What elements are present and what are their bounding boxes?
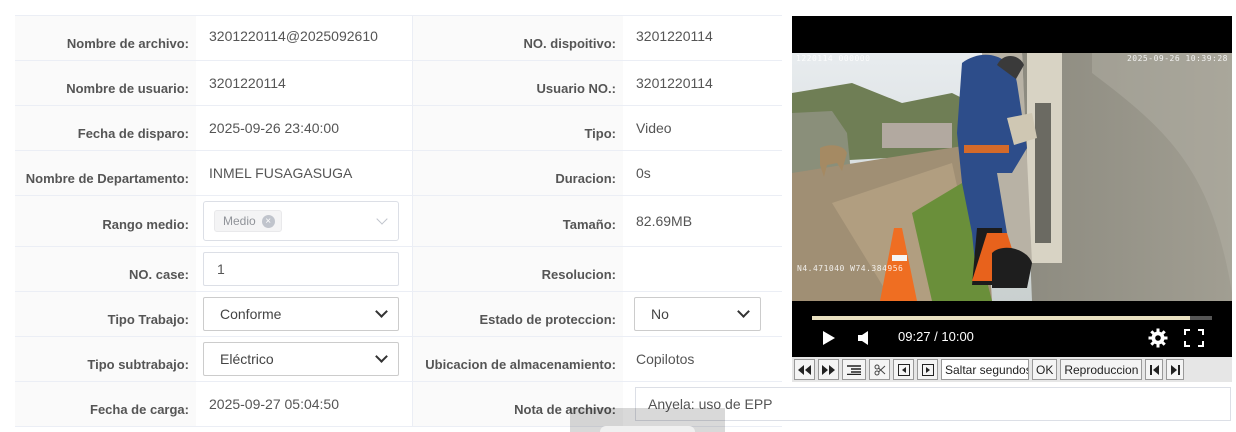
osd-gps: N4.471040 W74.384956	[797, 264, 904, 273]
filename-value: 3201220114@2025092610	[196, 16, 413, 60]
reproduce-button[interactable]: Reproduccion	[1060, 359, 1143, 380]
department-value: INMEL FUSAGASUGA	[196, 151, 413, 195]
device-no-value: 3201220114	[623, 16, 782, 60]
upload-date-label: Fecha de carga:	[15, 382, 196, 426]
storage-location-label: Ubicacion de almacenamiento:	[413, 337, 623, 381]
filename-label: Nombre de archivo:	[15, 16, 196, 60]
protection-status-selected: No	[651, 306, 669, 322]
capture-date-label: Fecha de disparo:	[15, 106, 196, 150]
resolution-label: Resolucion:	[413, 247, 623, 291]
osd-device-id: 1220114 000000	[796, 54, 871, 63]
fullscreen-icon[interactable]	[1184, 329, 1204, 350]
table-row: NO. case: 1 Resolucion:	[15, 247, 782, 292]
media-range-cell: Medio ×	[196, 196, 413, 246]
player-toolbar: Saltar segundos OK Reproduccion	[792, 357, 1232, 382]
prev-frame-icon[interactable]	[893, 359, 914, 380]
media-range-tag-label: Medio	[223, 214, 256, 228]
device-no-label: NO. dispoitivo:	[413, 16, 623, 60]
username-label: Nombre de usuario:	[15, 61, 196, 105]
progress-fill	[812, 316, 1190, 320]
chevron-down-icon	[375, 350, 388, 363]
table-row: Nombre de archivo: 3201220114@2025092610…	[15, 16, 782, 61]
media-range-select[interactable]: Medio ×	[203, 201, 399, 241]
work-subtype-selected: Eléctrico	[220, 351, 274, 367]
skip-start-icon[interactable]	[1145, 359, 1164, 380]
upload-date-value: 2025-09-27 05:04:50	[196, 382, 413, 426]
table-row: Tipo Trabajo: Conforme Estado de protecc…	[15, 292, 782, 337]
table-row: Nombre de Departamento: INMEL FUSAGASUGA…	[15, 151, 782, 196]
size-value: 82.69MB	[623, 196, 782, 246]
capture-date-value: 2025-09-26 23:40:00	[196, 106, 413, 150]
type-value: Video	[623, 106, 782, 150]
protection-status-label: Estado de proteccion:	[413, 292, 623, 336]
chevron-down-icon	[376, 213, 388, 225]
work-subtype-select[interactable]: Eléctrico	[203, 342, 399, 376]
resolution-value	[623, 247, 782, 291]
floating-overlay-tab	[600, 426, 695, 432]
duration-value: 0s	[623, 151, 782, 195]
media-range-tag: Medio ×	[214, 210, 282, 232]
fast-forward-icon[interactable]	[818, 359, 839, 380]
protection-status-cell: No	[623, 292, 782, 336]
list-icon[interactable]	[842, 359, 866, 380]
work-type-label: Tipo Trabajo:	[15, 292, 196, 336]
fast-backward-icon[interactable]	[794, 359, 815, 380]
username-value: 3201220114	[196, 61, 413, 105]
settings-icon[interactable]	[1148, 328, 1168, 351]
scissors-icon[interactable]	[869, 359, 890, 380]
chevron-down-icon	[375, 305, 388, 318]
user-no-value: 3201220114	[623, 61, 782, 105]
work-type-selected: Conforme	[220, 306, 282, 322]
video-frame[interactable]: 1220114 000000 2025-09-26 10:39:28 N4.47…	[792, 53, 1232, 301]
progress-bar[interactable]	[812, 316, 1212, 320]
play-icon[interactable]	[822, 330, 836, 349]
osd-timestamp: 2025-09-26 10:39:28	[1126, 54, 1228, 63]
work-subtype-label: Tipo subtrabajo:	[15, 337, 196, 381]
time-display: 09:27 / 10:00	[898, 329, 974, 344]
department-label: Nombre de Departamento:	[15, 151, 196, 195]
case-no-label: NO. case:	[15, 247, 196, 291]
storage-location-value: Copilotos	[623, 337, 782, 381]
type-label: Tipo:	[413, 106, 623, 150]
work-type-cell: Conforme	[196, 292, 413, 336]
tag-close-icon[interactable]: ×	[261, 214, 275, 228]
table-row: Nombre de usuario: 3201220114 Usuario NO…	[15, 61, 782, 106]
table-row: Fecha de disparo: 2025-09-26 23:40:00 Ti…	[15, 106, 782, 151]
table-row: Tipo subtrabajo: Eléctrico Ubicacion de …	[15, 337, 782, 382]
skip-end-icon[interactable]	[1166, 359, 1185, 380]
volume-icon[interactable]	[856, 330, 872, 349]
next-frame-icon[interactable]	[917, 359, 938, 380]
case-no-input[interactable]: 1	[203, 252, 399, 286]
chevron-down-icon	[737, 305, 750, 318]
work-subtype-cell: Eléctrico	[196, 337, 413, 381]
size-label: Tamaño:	[413, 196, 623, 246]
case-no-cell: 1	[196, 247, 413, 291]
video-player[interactable]: 1220114 000000 2025-09-26 10:39:28 N4.47…	[792, 16, 1232, 357]
skip-seconds-input[interactable]: Saltar segundos	[941, 359, 1029, 380]
duration-label: Duracion:	[413, 151, 623, 195]
work-type-select[interactable]: Conforme	[203, 297, 399, 331]
ok-button[interactable]: OK	[1032, 359, 1058, 380]
media-range-label: Rango medio:	[15, 196, 196, 246]
table-row: Rango medio: Medio × Tamaño: 82.69MB	[15, 196, 782, 247]
file-details-table: Nombre de archivo: 3201220114@2025092610…	[15, 15, 782, 427]
user-no-label: Usuario NO.:	[413, 61, 623, 105]
protection-status-select[interactable]: No	[634, 297, 761, 331]
